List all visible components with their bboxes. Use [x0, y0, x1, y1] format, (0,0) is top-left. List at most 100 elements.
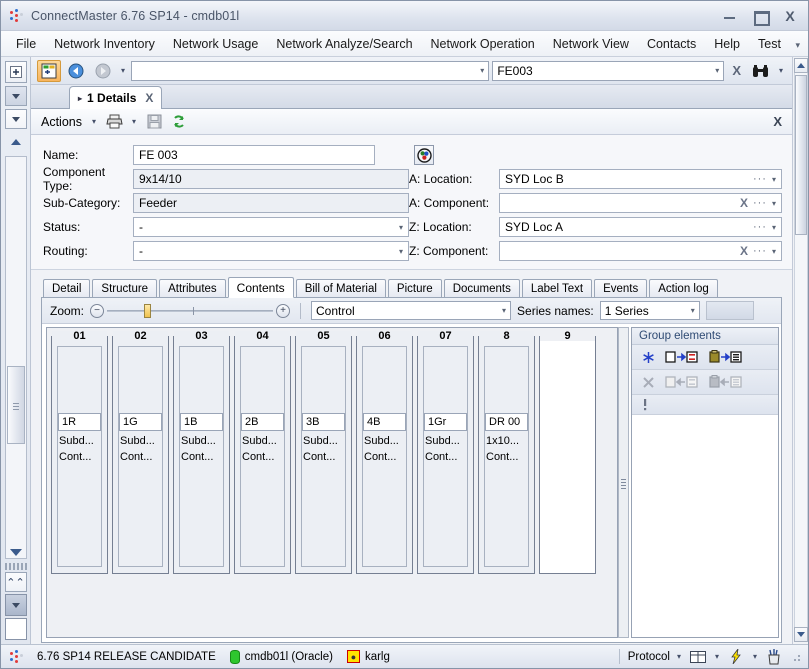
chevron-down-icon[interactable]: ▾ [772, 247, 776, 256]
slot-06[interactable]: 06 4B Subd... Cont... [356, 331, 413, 574]
clear-icon[interactable]: X [740, 244, 748, 258]
slot-value-box[interactable]: 1R [58, 413, 101, 431]
binoculars-icon[interactable] [749, 60, 773, 82]
document-tab-details[interactable]: ▸ 1 Details X [69, 86, 163, 109]
menu-item-network-analyze-search[interactable]: Network Analyze/Search [267, 33, 421, 55]
rail-grip[interactable] [4, 563, 27, 570]
routing-combo[interactable]: - ▾ [133, 241, 409, 261]
tab-action-log[interactable]: Action log [649, 279, 718, 298]
scroll-down-button[interactable] [793, 627, 808, 642]
rail-scrollbar[interactable] [4, 156, 27, 559]
tab-attributes[interactable]: Attributes [159, 279, 226, 298]
object-name-combo[interactable]: FE003 ▾ [492, 60, 725, 81]
slot-09[interactable]: 9 [539, 331, 596, 574]
menu-item-contacts[interactable]: Contacts [638, 33, 705, 55]
slot-value-box[interactable]: 1Gr [424, 413, 467, 431]
print-dropdown-caret[interactable]: ▾ [129, 117, 139, 126]
info-exclamation-icon[interactable] [642, 398, 648, 412]
find-dropdown-caret[interactable]: ▾ [776, 66, 786, 75]
browse-dots-icon[interactable]: ··· [753, 221, 767, 233]
new-object-icon[interactable] [37, 59, 61, 82]
component-to-list-icon[interactable] [665, 350, 699, 364]
rail-collapse-icon[interactable]: ⌃⌃ [4, 572, 27, 592]
chevron-down-icon[interactable]: ▾ [502, 306, 506, 315]
protocol-menu-label[interactable]: Protocol [628, 651, 670, 663]
slot-value-box[interactable]: DR 00 [485, 413, 528, 431]
clipboard-to-list-icon[interactable] [709, 350, 743, 364]
actions-menu-label[interactable]: Actions [39, 113, 84, 131]
zoom-slider-track[interactable] [107, 303, 274, 318]
tab-documents[interactable]: Documents [443, 279, 520, 298]
browse-dots-icon[interactable]: ··· [753, 173, 767, 185]
menu-item-help[interactable]: Help [705, 33, 749, 55]
protocol-menu-caret[interactable]: ▾ [674, 652, 684, 661]
page-scrollbar-thumb[interactable] [794, 75, 807, 235]
slot-05[interactable]: 05 3B Subd... Cont... [295, 331, 352, 574]
rail-expand-icon[interactable] [4, 61, 27, 83]
zoom-out-button[interactable]: − [90, 303, 105, 318]
menu-item-network-usage[interactable]: Network Usage [164, 33, 267, 55]
menu-overflow-icon[interactable]: ▾ [795, 40, 800, 51]
chevron-down-icon[interactable]: ▾ [399, 223, 403, 232]
chevron-down-icon[interactable]: ▾ [772, 175, 776, 184]
slot-04[interactable]: 04 2B Subd... Cont... [234, 331, 291, 574]
chevron-down-icon[interactable]: ▾ [715, 66, 719, 75]
status-combo[interactable]: - ▾ [133, 217, 409, 237]
zoom-in-button[interactable]: + [276, 303, 291, 318]
layout-menu-caret[interactable]: ▾ [712, 652, 722, 661]
slot-07[interactable]: 07 1Gr Subd... Cont... [417, 331, 474, 574]
page-scrollbar-track[interactable] [793, 73, 808, 627]
slot-02[interactable]: 02 1G Subd... Cont... [112, 331, 169, 574]
rail-menu-button[interactable] [4, 594, 27, 616]
page-scrollbar[interactable] [792, 57, 808, 644]
maximize-button[interactable] [752, 8, 770, 26]
close-button[interactable]: X [782, 8, 798, 24]
slot-value-box[interactable]: 1G [119, 413, 162, 431]
rail-scrollbar-down-arrow[interactable] [9, 549, 22, 556]
a-component-field[interactable]: X ··· ▾ [499, 193, 782, 213]
chevron-down-icon[interactable]: ▾ [772, 223, 776, 232]
slot-value-box[interactable]: 1B [180, 413, 223, 431]
pencil-cup-icon[interactable] [764, 647, 784, 667]
a-location-field[interactable]: SYD Loc B ··· ▾ [499, 169, 782, 189]
scroll-up-button[interactable] [793, 58, 808, 73]
control-combo[interactable]: Control ▾ [311, 301, 512, 320]
toolbar-search-combo[interactable]: ▾ [131, 60, 490, 81]
color-wheel-icon[interactable] [414, 145, 434, 165]
chevron-down-icon[interactable]: ▾ [691, 306, 695, 315]
chevron-down-icon[interactable]: ▾ [480, 66, 484, 75]
resize-grip[interactable] [790, 650, 802, 663]
panel-close-button[interactable]: X [773, 114, 784, 129]
splitter-grip[interactable] [621, 479, 626, 491]
actions-menu-caret[interactable]: ▾ [89, 117, 99, 126]
rail-scroll-down-button-1[interactable] [4, 86, 27, 106]
tab-label-text[interactable]: Label Text [521, 279, 593, 298]
menu-item-network-view[interactable]: Network View [544, 33, 638, 55]
tab-structure[interactable]: Structure [92, 279, 158, 298]
document-tab-close-icon[interactable]: X [145, 91, 153, 105]
back-arrow-icon[interactable] [64, 60, 88, 82]
rail-scrollbar-thumb[interactable] [6, 365, 25, 444]
tab-picture[interactable]: Picture [387, 279, 442, 298]
slot-value-box[interactable]: 3B [302, 413, 345, 431]
refresh-icon[interactable] [169, 112, 189, 132]
clear-icon[interactable]: X [740, 196, 748, 210]
tab-contents[interactable]: Contents [227, 277, 294, 298]
menu-item-network-operation[interactable]: Network Operation [422, 33, 544, 55]
canvas-splitter[interactable] [618, 327, 629, 638]
snowflake-icon[interactable] [642, 351, 655, 364]
rail-scroll-down-button-2[interactable] [4, 109, 27, 129]
lightning-bolt-icon[interactable] [726, 647, 746, 667]
toolbar-dropdown-caret[interactable]: ▾ [118, 66, 128, 75]
slot-01[interactable]: 01 1R Subd... Cont... [51, 331, 108, 574]
chevron-down-icon[interactable]: ▾ [772, 199, 776, 208]
group-elements-list[interactable] [632, 415, 778, 637]
rail-scroll-up-button[interactable] [5, 132, 27, 152]
slot-03[interactable]: 03 1B Subd... Cont... [173, 331, 230, 574]
clear-object-name-button[interactable]: X [727, 63, 746, 78]
minimize-button[interactable] [722, 8, 738, 24]
zoom-slider[interactable]: − + [90, 303, 291, 318]
browse-dots-icon[interactable]: ··· [753, 245, 767, 257]
slot-08[interactable]: 8 DR 00 1x10... Cont... [478, 331, 535, 574]
window-layout-icon[interactable] [688, 647, 708, 667]
